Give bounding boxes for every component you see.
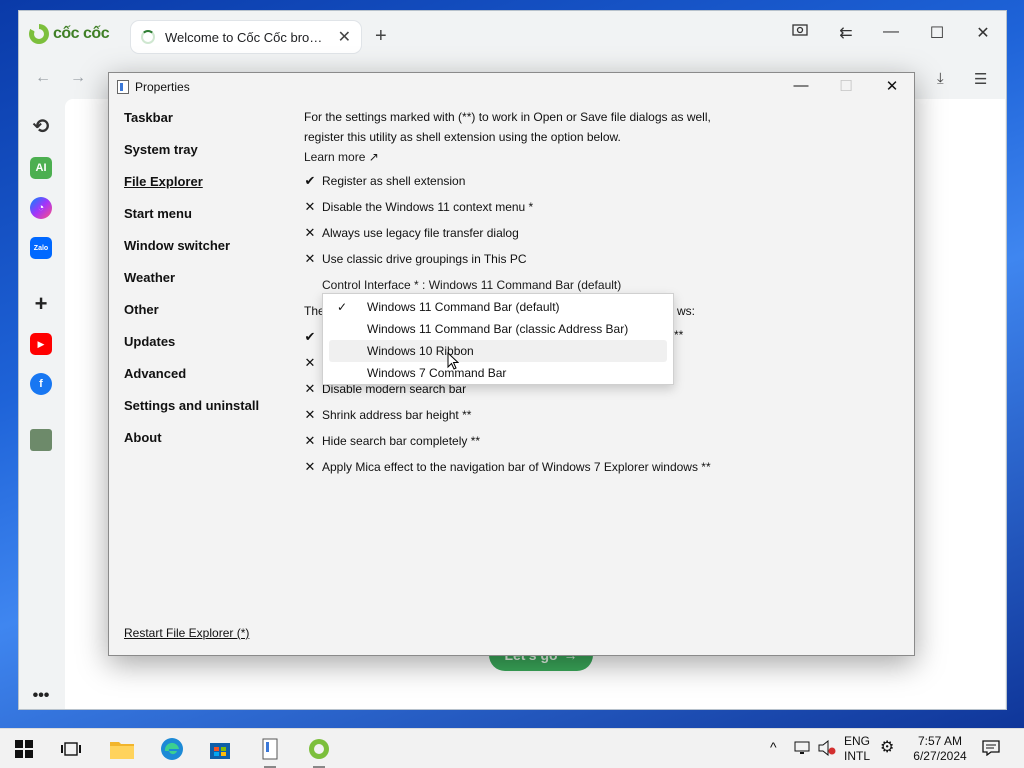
dropdown-option[interactable]: Windows 11 Command Bar (classic Address … — [329, 318, 667, 340]
unchecked-x-icon: ✕ — [304, 407, 316, 422]
unchecked-x-icon: ✕ — [304, 199, 316, 214]
option-shrink-address-bar[interactable]: ✕ Shrink address bar height ** — [304, 405, 472, 425]
dropdown-option[interactable]: ✓ Windows 11 Command Bar (default) — [329, 296, 667, 318]
dialog-minimize-icon[interactable]: — — [791, 77, 811, 94]
nav-settings-uninstall[interactable]: Settings and uninstall — [124, 397, 294, 429]
checked-icon: ✔ — [304, 173, 316, 188]
settings-gear-icon[interactable]: ⚙ — [880, 740, 894, 756]
nav-file-explorer[interactable]: File Explorer — [124, 173, 294, 205]
option-register-shell[interactable]: ✔ Register as shell extension — [304, 171, 466, 191]
nav-start-menu[interactable]: Start menu — [124, 205, 294, 237]
explorerpatcher-icon[interactable] — [256, 735, 284, 768]
restart-explorer-link[interactable]: Restart File Explorer (*) — [124, 626, 249, 640]
coccoc-logo-icon — [29, 24, 49, 44]
show-hidden-icons-icon[interactable]: ^ — [770, 740, 777, 755]
tab-title: Welcome to Cốc Cốc browser — [165, 29, 328, 45]
clock[interactable]: 7:57 AM 6/27/2024 — [905, 734, 975, 764]
partial-text-end: ws: — [677, 304, 695, 318]
new-tab-button[interactable]: + — [375, 25, 387, 48]
coccoc-taskbar-icon[interactable] — [305, 735, 333, 768]
browser-logo[interactable]: cốc cốc — [29, 24, 110, 44]
unchecked-x-icon: ✕ — [304, 433, 316, 448]
unchecked-x-icon: ✕ — [304, 381, 316, 396]
volume-muted-icon[interactable] — [818, 739, 836, 760]
messenger-icon[interactable]: ◔ — [30, 197, 52, 219]
menu-icon[interactable]: ☰ — [974, 70, 987, 88]
taskbar: ^ ENG INTL ⚙ 7:57 AM 6/27/2024 — [0, 728, 1024, 768]
dialog-maximize-icon: ☐ — [839, 78, 853, 95]
loading-spinner-icon — [141, 30, 155, 44]
forward-icon[interactable]: → — [70, 69, 86, 87]
settings-panel: For the settings marked with (**) to wor… — [304, 107, 904, 474]
control-interface-select[interactable]: Control Interface * : Windows 11 Command… — [322, 275, 621, 295]
edge-icon[interactable] — [158, 735, 186, 763]
tab-strip: cốc cốc Welcome to Cốc Cốc browser ✕ + ⇇… — [19, 11, 1006, 63]
avatar[interactable] — [30, 429, 52, 451]
start-button[interactable] — [10, 735, 38, 763]
store-icon[interactable] — [206, 735, 234, 763]
partial-row-end: ** — [674, 328, 684, 342]
download-icon[interactable]: ⤓ — [937, 70, 944, 87]
network-icon[interactable] — [794, 740, 810, 760]
facebook-icon[interactable]: f — [30, 373, 52, 395]
screenshot-icon[interactable] — [790, 23, 810, 42]
unchecked-x-icon: ✕ — [304, 355, 316, 370]
nav-updates[interactable]: Updates — [124, 333, 294, 365]
close-tab-icon[interactable]: ✕ — [338, 27, 351, 47]
option-mica-effect[interactable]: ✕ Apply Mica effect to the navigation ba… — [304, 457, 711, 477]
dialog-title: Properties — [135, 80, 190, 94]
dialog-titlebar[interactable]: Properties — ☐ ✕ — [109, 73, 914, 101]
nav-other[interactable]: Other — [124, 301, 294, 333]
nav-weather[interactable]: Weather — [124, 269, 294, 301]
browser-brand: cốc cốc — [53, 25, 110, 42]
option-hidden-1[interactable]: ✔ — [304, 327, 316, 347]
settings-nav: Taskbar System tray File Explorer Start … — [124, 109, 294, 461]
nav-about[interactable]: About — [124, 429, 294, 461]
dropdown-option-hovered[interactable]: Windows 10 Ribbon — [329, 340, 667, 362]
browser-tab[interactable]: Welcome to Cốc Cốc browser ✕ — [131, 21, 361, 53]
app-icon — [117, 80, 129, 94]
ai-icon[interactable]: AI — [30, 157, 52, 179]
youtube-icon[interactable]: ▶ — [30, 333, 52, 355]
check-icon: ✓ — [337, 300, 348, 314]
option-legacy-transfer[interactable]: ✕ Always use legacy file transfer dialog — [304, 223, 519, 243]
option-hide-search-bar[interactable]: ✕ Hide search bar completely ** — [304, 431, 481, 451]
maximize-icon[interactable]: ☐ — [927, 23, 947, 43]
intro-text: For the settings marked with (**) to wor… — [304, 110, 711, 144]
nav-window-switcher[interactable]: Window switcher — [124, 237, 294, 269]
file-explorer-icon[interactable] — [108, 735, 136, 763]
unchecked-x-icon: ✕ — [304, 225, 316, 240]
zalo-icon[interactable]: Zalo — [30, 237, 52, 259]
back-forward-icon[interactable]: ⇇ — [836, 23, 856, 43]
control-interface-dropdown: ✓ Windows 11 Command Bar (default) Windo… — [322, 293, 674, 385]
nav-system-tray[interactable]: System tray — [124, 141, 294, 173]
language-indicator[interactable]: ENG INTL — [838, 734, 876, 764]
more-icon[interactable]: ••• — [30, 685, 52, 707]
nav-taskbar[interactable]: Taskbar — [124, 109, 294, 141]
unchecked-x-icon: ✕ — [304, 459, 316, 474]
add-icon[interactable]: + — [30, 291, 52, 316]
nav-advanced[interactable]: Advanced — [124, 365, 294, 397]
back-icon[interactable]: ← — [35, 69, 51, 87]
notifications-icon[interactable] — [982, 740, 1000, 760]
option-classic-drive-groupings[interactable]: ✕ Use classic drive groupings in This PC — [304, 249, 527, 269]
dialog-close-icon[interactable]: ✕ — [882, 77, 902, 95]
close-window-icon[interactable]: ✕ — [973, 23, 993, 43]
task-view-icon[interactable] — [57, 735, 85, 763]
unchecked-x-icon: ✕ — [304, 251, 316, 266]
browser-sidebar: ⟲ AI ◔ Zalo + ▶ f ••• — [19, 99, 63, 709]
learn-more-link[interactable]: Learn more ↗ — [304, 147, 904, 167]
minimize-icon[interactable]: — — [881, 23, 901, 41]
history-icon[interactable]: ⟲ — [30, 115, 52, 138]
checked-icon: ✔ — [304, 329, 316, 344]
option-hidden-2[interactable]: ✕ — [304, 353, 316, 373]
dropdown-option[interactable]: Windows 7 Command Bar — [329, 362, 667, 384]
option-disable-context-menu[interactable]: ✕ Disable the Windows 11 context menu * — [304, 197, 534, 217]
